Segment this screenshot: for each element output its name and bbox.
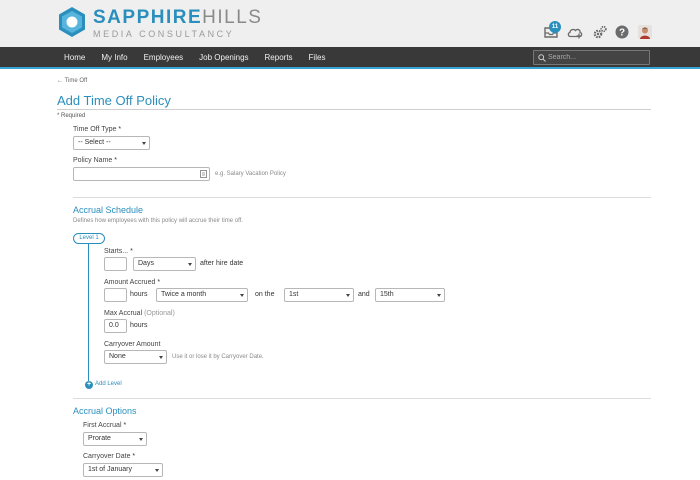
brand-subtitle: MEDIA CONSULTANCY [93,29,235,39]
section-divider [73,197,651,198]
starts-value-input[interactable] [104,257,127,271]
contact-card-icon [200,170,207,178]
add-level-button[interactable]: + Add Level [85,381,122,389]
svg-text:?: ? [619,28,625,39]
carryover-date-select[interactable]: 1st of January [83,463,163,477]
time-off-type-label: Time Off Type * [73,126,122,133]
section-divider [73,398,651,399]
required-note: * Required [57,113,86,119]
chevron-down-icon [346,294,350,297]
amount-accrued-input[interactable] [104,288,127,302]
nav-item-files[interactable]: Files [309,47,326,69]
nav-item-reports[interactable]: Reports [265,47,293,69]
and-text: and [358,291,370,298]
level-1-badge: Level 1 [73,233,105,244]
user-avatar[interactable] [637,24,653,40]
max-accrual-hours-text: hours [130,322,148,329]
max-accrual-input[interactable]: 0.0 [104,319,127,333]
chevron-down-icon [437,294,441,297]
settings-icon[interactable] [592,24,608,40]
nav-item-job-openings[interactable]: Job Openings [199,47,248,69]
chevron-down-icon [155,469,159,472]
cloud-upload-icon[interactable] [566,24,584,40]
chevron-down-icon [139,438,143,441]
notification-count-badge: 11 [549,21,561,33]
help-icon[interactable]: ? [614,24,630,40]
main-navbar: Home My Info Employees Job Openings Repo… [0,47,700,69]
policy-name-hint: e.g. Salary Vacation Policy [215,171,286,177]
accrual-schedule-description: Defines how employees with this policy w… [73,218,243,224]
starts-label: Starts... * [104,248,133,255]
accrual-day1-select[interactable]: 1st [284,288,354,302]
on-the-text: on the [255,291,275,298]
title-divider [57,109,651,110]
first-accrual-select[interactable]: Prorate [83,432,147,446]
nav-menu: Home My Info Employees Job Openings Repo… [57,47,341,69]
nav-item-employees[interactable]: Employees [144,47,184,69]
chevron-down-icon [188,263,192,266]
carryover-amount-hint: Use it or lose it by Carryover Date. [172,354,264,360]
carryover-amount-label: Carryover Amount [104,341,161,348]
chevron-down-icon [240,294,244,297]
back-to-time-off-link[interactable]: ← Time Off [57,78,87,84]
carryover-date-label: Carryover Date * [83,453,136,460]
search-icon [538,54,546,62]
accrual-schedule-title: Accrual Schedule [73,205,144,215]
chevron-down-icon [142,142,146,145]
carryover-amount-select[interactable]: None [104,350,167,364]
page-title: Add Time Off Policy [57,93,171,108]
starts-unit-select[interactable]: Days [133,257,196,271]
accrual-day2-select[interactable]: 15th [375,288,445,302]
first-accrual-label: First Accrual * [83,422,127,429]
max-accrual-label: Max Accrual (Optional) [104,310,175,317]
accrual-options-title: Accrual Options [73,406,137,416]
top-header: SAPPHIREHILLS MEDIA CONSULTANCY 11 ? [0,0,700,47]
plus-circle-icon: + [85,381,93,389]
search-box[interactable] [533,50,650,65]
amount-hours-text: hours [130,291,148,298]
policy-name-input[interactable] [73,167,210,181]
policy-name-label: Policy Name * [73,157,117,164]
time-off-type-select[interactable]: -- Select -- [73,136,150,150]
brand-name: SAPPHIREHILLS [93,7,263,28]
amount-accrued-label: Amount Accrued * [104,279,161,286]
level-connector-line [88,244,89,381]
accrual-frequency-select[interactable]: Twice a month [156,288,248,302]
after-hire-date-text: after hire date [200,260,244,267]
brand-logo[interactable]: SAPPHIREHILLS MEDIA CONSULTANCY [93,8,262,39]
logo-hexagon-icon [59,7,85,37]
nav-item-home[interactable]: Home [64,47,85,69]
chevron-down-icon [159,356,163,359]
nav-item-my-info[interactable]: My Info [101,47,127,69]
search-input[interactable] [548,52,648,63]
